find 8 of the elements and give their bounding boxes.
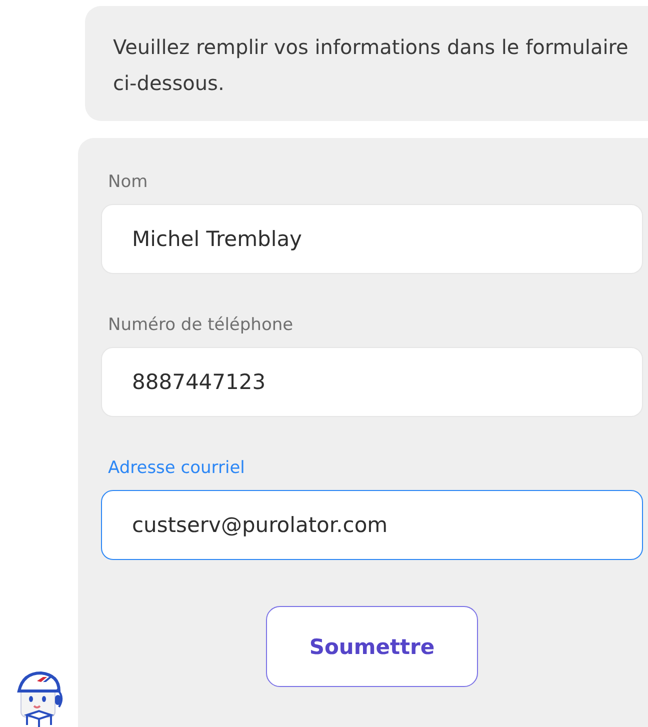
field-label: Nom bbox=[107, 172, 149, 192]
field-label: Numéro de téléphone bbox=[107, 315, 294, 335]
field-label: Adresse courriel bbox=[107, 458, 246, 478]
input-field[interactable]: custserv@purolator.com bbox=[101, 490, 643, 560]
chat-message: Veuillez remplir vos informations dans le formulaire ci-dessous. bbox=[85, 6, 648, 121]
input-field[interactable]: Michel Tremblay bbox=[101, 204, 643, 274]
input-field[interactable]: 8887447123 bbox=[101, 347, 643, 417]
submit-button[interactable]: Soumettre bbox=[266, 606, 478, 687]
